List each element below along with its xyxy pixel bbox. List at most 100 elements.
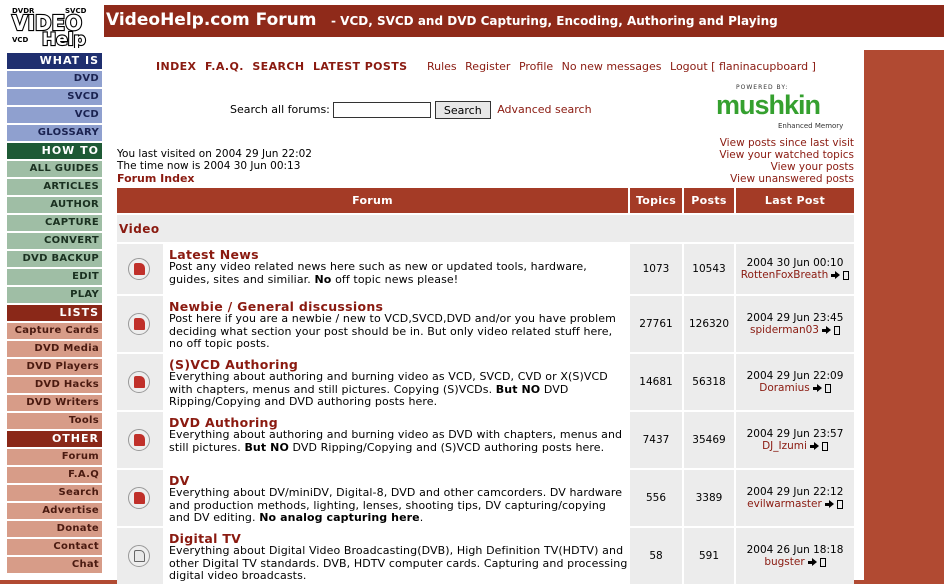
topics-count: 7437	[642, 434, 670, 446]
goto-last-post-icon[interactable]	[831, 270, 843, 280]
last-post-user-link[interactable]: bugster	[764, 556, 804, 568]
nav-profile-link[interactable]: Profile	[519, 60, 553, 73]
folder-shape	[134, 263, 145, 275]
new-posts-folder-icon	[128, 313, 150, 335]
goto-last-post-box-icon	[824, 383, 831, 393]
sidebar-item-play[interactable]: PLAY	[7, 287, 102, 303]
view-your-posts-link[interactable]: View your posts	[719, 161, 854, 173]
search-row: Search all forums: Search Advanced searc…	[230, 101, 592, 119]
nav-search-link[interactable]: SEARCH	[252, 60, 304, 73]
goto-last-post-icon[interactable]	[824, 499, 837, 509]
sidebar-header-what-is: WHAT IS	[7, 53, 102, 69]
sidebar-item-svcd[interactable]: SVCD	[7, 89, 102, 105]
topics-count: 556	[645, 492, 667, 504]
goto-last-post-box-icon	[834, 325, 840, 335]
forum-description: Everything about authoring and burning v…	[169, 428, 623, 454]
site-subtitle: - VCD, SVCD and DVD Capturing, Encoding,…	[331, 14, 778, 28]
goto-last-post-icon[interactable]	[812, 383, 825, 393]
last-post-cell: 2004 29 Jun 22:09 Doramius	[736, 354, 854, 410]
posts-count: 56318	[692, 376, 726, 388]
nav-register-link[interactable]: Register	[465, 60, 510, 73]
folder-shape	[134, 550, 145, 562]
last-post-user-row: DJ_Izumi	[736, 440, 854, 452]
videohelp-logo[interactable]: DVDR SVCD VIDEO VCD Help	[10, 6, 100, 48]
nav-rules-link[interactable]: Rules	[427, 60, 457, 73]
forum-nav: INDEX F.A.Q. SEARCH LATEST POSTS Rules R…	[156, 60, 821, 73]
forum-description: Post here if you are a newbie / new to V…	[169, 312, 616, 350]
sidebar-item-vcd[interactable]: VCD	[7, 107, 102, 123]
sidebar-item-articles[interactable]: ARTICLES	[7, 179, 102, 195]
sidebar-item-forum[interactable]: Forum	[7, 449, 102, 465]
sidebar-item-tools[interactable]: Tools	[7, 413, 102, 429]
category-label[interactable]: Video	[119, 222, 160, 236]
sidebar-item-capture[interactable]: CAPTURE	[7, 215, 102, 231]
sidebar-item-dvd-players[interactable]: DVD Players	[7, 359, 102, 375]
nav-messages-link[interactable]: No new messages	[562, 60, 662, 73]
no-new-posts-folder-icon	[128, 545, 150, 567]
last-post-user-link[interactable]: Doramius	[759, 382, 810, 394]
sidebar-item-donate[interactable]: Donate	[7, 521, 102, 537]
sidebar-item-dvd-media[interactable]: DVD Media	[7, 341, 102, 357]
header-bar: VideoHelp.com Forum - VCD, SVCD and DVD …	[104, 0, 944, 50]
search-input[interactable]	[333, 102, 432, 118]
folder-shape	[134, 492, 145, 504]
sidebar-item-author[interactable]: AUTHOR	[7, 197, 102, 213]
goto-last-post-icon[interactable]	[807, 557, 820, 567]
posts-cell: 591	[684, 528, 734, 584]
last-post-cell: 2004 29 Jun 23:57 DJ_Izumi	[736, 412, 854, 468]
main-content: INDEX F.A.Q. SEARCH LATEST POSTS Rules R…	[104, 50, 864, 584]
sidebar-item-convert[interactable]: CONVERT	[7, 233, 102, 249]
last-post-user-link[interactable]: DJ_Izumi	[762, 440, 807, 452]
forum-status-cell	[117, 296, 163, 352]
nav-logout-link[interactable]: Logout [ flaninacupboard ]	[670, 60, 816, 73]
sidebar-item-faq[interactable]: F.A.Q	[7, 467, 102, 483]
posts-count: 35469	[692, 434, 726, 446]
nav-faq-link[interactable]: F.A.Q.	[205, 60, 244, 73]
new-posts-folder-icon	[128, 371, 150, 393]
sidebar-item-glossary[interactable]: GLOSSARY	[7, 125, 102, 141]
mushkin-ad[interactable]: POWERED BY: mushkin Enhanced Memory	[712, 84, 856, 132]
topics-cell: 1073	[630, 244, 682, 294]
view-posts-since-last-visit-link[interactable]: View posts since last visit	[719, 137, 854, 149]
site-title[interactable]: VideoHelp.com Forum	[106, 10, 316, 30]
sidebar-item-advertise[interactable]: Advertise	[7, 503, 102, 519]
header-title-bar: VideoHelp.com Forum - VCD, SVCD and DVD …	[104, 5, 944, 37]
forum-row: DV Everything about DV/miniDV, Digital-8,…	[117, 470, 854, 526]
last-post-user-row: spiderman03	[736, 324, 854, 336]
logo-area: DVDR SVCD VIDEO VCD Help	[0, 0, 104, 50]
last-post-cell: 2004 26 Jun 18:18 bugster	[736, 528, 854, 584]
sidebar-item-capture-cards[interactable]: Capture Cards	[7, 323, 102, 339]
goto-last-post-icon[interactable]	[809, 441, 822, 451]
sidebar-item-dvd-backup[interactable]: DVD BACKUP	[7, 251, 102, 267]
sidebar-item-edit[interactable]: EDIT	[7, 269, 102, 285]
forum-description: Post any video related news here such as…	[169, 260, 587, 286]
sidebar-item-all-guides[interactable]: ALL GUIDES	[7, 161, 102, 177]
time-now-text: The time now is 2004 30 Jun 00:13	[117, 160, 301, 172]
view-unanswered-posts-link[interactable]: View unanswered posts	[719, 173, 854, 185]
search-button[interactable]: Search	[434, 101, 491, 119]
sidebar-item-search[interactable]: Search	[7, 485, 102, 501]
goto-last-post-icon[interactable]	[822, 325, 834, 335]
last-post-cell: 2004 29 Jun 22:12 evilwarmaster	[736, 470, 854, 526]
sidebar-header-lists: LISTS	[7, 305, 102, 321]
last-post-user-link[interactable]: RottenFoxBreath	[741, 269, 829, 281]
sidebar-item-contact[interactable]: Contact	[7, 539, 102, 555]
last-post-user-link[interactable]: spiderman03	[750, 324, 819, 336]
sidebar-item-chat[interactable]: Chat	[7, 557, 102, 573]
search-label: Search all forums:	[230, 103, 330, 116]
sidebar-item-dvd[interactable]: DVD	[7, 71, 102, 87]
forum-description: Everything about Digital Video Broadcast…	[169, 544, 628, 582]
forum-description: Everything about authoring and burning v…	[169, 370, 608, 408]
sidebar-item-dvd-writers[interactable]: DVD Writers	[7, 395, 102, 411]
forum-index-link[interactable]: Forum Index	[117, 172, 195, 185]
last-post-user-link[interactable]: evilwarmaster	[747, 498, 822, 510]
forum-description-cell: (S)VCD Authoring Everything about authori…	[165, 354, 628, 410]
advanced-search-link[interactable]: Advanced search	[497, 103, 591, 116]
view-watched-topics-link[interactable]: View your watched topics	[719, 149, 854, 161]
posts-cell: 56318	[684, 354, 734, 410]
topics-count: 27761	[639, 318, 673, 330]
nav-index-link[interactable]: INDEX	[156, 60, 196, 73]
sidebar-item-dvd-hacks[interactable]: DVD Hacks	[7, 377, 102, 393]
visit-info: You last visited on 2004 29 Jun 22:02 Th…	[117, 148, 312, 172]
nav-latest-posts-link[interactable]: LATEST POSTS	[313, 60, 408, 73]
